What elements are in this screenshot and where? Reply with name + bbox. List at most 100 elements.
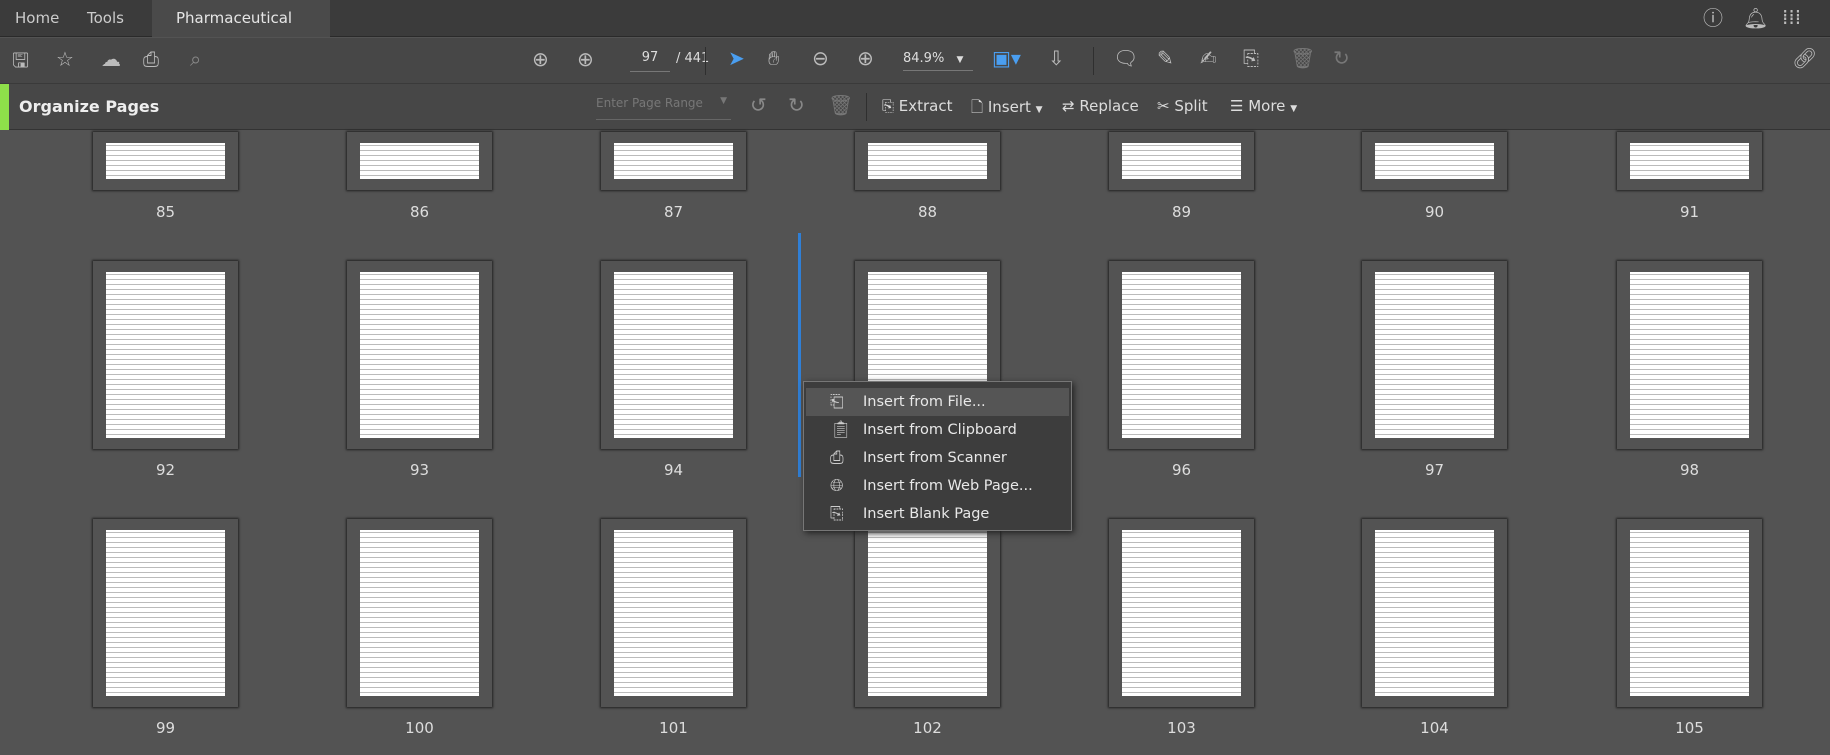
insert-button[interactable]: 🗋︎ Insert ▼: [971, 97, 1043, 122]
divider: [705, 47, 706, 75]
page-thumbnail[interactable]: [346, 260, 493, 450]
scroll-mode-icon[interactable]: ⇩: [1048, 48, 1065, 68]
insertion-indicator: [798, 233, 801, 477]
edit-pages-icon[interactable]: ⎘: [1243, 48, 1259, 68]
save-icon[interactable]: 🖫: [12, 50, 29, 70]
menu-item-insert-from-web-page[interactable]: 🌐︎ Insert from Web Page...: [806, 472, 1069, 500]
page-range-input[interactable]: Enter Page Range ▼: [596, 96, 731, 120]
file-icon: ⎗: [830, 392, 844, 412]
hand-tool-icon[interactable]: ✋︎: [768, 48, 779, 68]
menu-label: Insert from Web Page...: [863, 478, 1033, 494]
page-range-placeholder: Enter Page Range: [596, 96, 703, 110]
zoom-select[interactable]: 84.9% ▼: [903, 51, 973, 71]
split-label: Split: [1174, 97, 1208, 115]
tab-home[interactable]: Home: [15, 0, 59, 37]
page-number-label: 86: [409, 203, 430, 221]
scissors-icon: ✂: [1157, 97, 1175, 115]
page-number-label: 104: [1420, 719, 1449, 737]
page-number-label: 94: [663, 461, 684, 479]
comment-icon[interactable]: 🗨︎: [1113, 48, 1138, 68]
rotate-right-icon[interactable]: ↻: [788, 95, 805, 115]
split-button[interactable]: ✂ Split: [1157, 97, 1208, 115]
zoom-out-icon[interactable]: ⊖: [812, 48, 829, 68]
page-number-label: 102: [913, 719, 942, 737]
highlight-icon[interactable]: ✎: [1157, 48, 1174, 68]
replace-label: Replace: [1079, 97, 1139, 115]
page-thumbnail[interactable]: [346, 518, 493, 708]
page-thumbnail[interactable]: [1361, 260, 1508, 450]
delete-page-icon[interactable]: 🗑︎: [828, 95, 853, 115]
extract-button[interactable]: ⎘ Extract: [882, 97, 953, 115]
help-icon[interactable]: ⓘ: [1703, 8, 1723, 28]
menu-item-insert-blank-page[interactable]: ⎘ Insert Blank Page: [806, 500, 1069, 528]
cloud-upload-icon[interactable]: ☁: [101, 49, 121, 69]
more-label: More: [1248, 97, 1286, 115]
more-button[interactable]: ☰ More ▼: [1230, 97, 1297, 115]
page-number-label: 99: [155, 719, 176, 737]
page-thumbnail[interactable]: [1616, 518, 1763, 708]
sign-icon[interactable]: ✍︎: [1200, 48, 1217, 68]
clipboard-icon: 📋︎: [830, 420, 852, 440]
replace-icon: ⇄: [1062, 97, 1080, 115]
accent-bar: [0, 84, 9, 130]
divider: [1093, 47, 1094, 75]
next-page-icon[interactable]: ⊕︎: [577, 49, 594, 69]
delete-icon[interactable]: 🗑︎: [1290, 48, 1315, 68]
chevron-down-icon: ▼: [720, 96, 727, 106]
rotate-icon[interactable]: ↻: [1333, 48, 1350, 68]
apps-grid-icon[interactable]: ⁞⁞⁞: [1782, 7, 1801, 27]
bell-icon[interactable]: 🔔︎: [1743, 8, 1768, 28]
page-thumbnail[interactable]: [600, 260, 747, 450]
page-number-label: 103: [1167, 719, 1196, 737]
page-thumbnail[interactable]: [1361, 518, 1508, 708]
page-thumbnail[interactable]: [1108, 260, 1255, 450]
tab-document[interactable]: Pharmaceutical Ana...×: [152, 0, 330, 64]
insert-label: Insert: [987, 98, 1031, 116]
extract-icon: ⎘: [882, 97, 899, 115]
page-thumbnail[interactable]: [92, 518, 239, 708]
main-toolbar: 🖫 ☆ ☁ ⎙ ⌕ ⊕︎ ⊕︎ 97 / 441 ➤ ✋︎ ⊖ ⊕ 84.9% …: [0, 38, 1830, 84]
menu-label: Insert Blank Page: [863, 506, 990, 522]
page-number-input[interactable]: 97: [630, 50, 670, 72]
menu-label: Insert from Clipboard: [863, 422, 1017, 438]
page-thumbnail[interactable]: [346, 131, 493, 191]
menu-item-insert-from-clipboard[interactable]: 📋︎ Insert from Clipboard: [806, 416, 1069, 444]
page-thumbnail[interactable]: [1616, 260, 1763, 450]
page-thumbnail[interactable]: [1108, 518, 1255, 708]
page-thumbnail[interactable]: [854, 131, 1001, 191]
page-thumbnail[interactable]: [600, 131, 747, 191]
page-number-label: 91: [1679, 203, 1700, 221]
menu-item-insert-from-scanner[interactable]: ⎙ Insert from Scanner: [806, 444, 1069, 472]
page-number-label: 101: [659, 719, 688, 737]
chevron-down-icon: ▼: [1290, 104, 1298, 114]
page-thumbnail[interactable]: [1361, 131, 1508, 191]
page-thumbnail[interactable]: [92, 260, 239, 450]
blank-page-icon: ⎘: [830, 504, 844, 524]
page-number-label: 88: [917, 203, 938, 221]
zoom-in-icon[interactable]: ⊕: [857, 48, 874, 68]
menu-item-insert-from-file[interactable]: ⎗ Insert from File...: [806, 388, 1069, 416]
page-thumbnail[interactable]: [600, 518, 747, 708]
page-thumbnail[interactable]: [854, 518, 1001, 708]
bookmark-star-icon[interactable]: ☆: [56, 49, 74, 69]
page-number-label: 105: [1675, 719, 1704, 737]
print-icon[interactable]: ⎙: [143, 49, 159, 69]
chevron-down-icon: ▼: [1035, 105, 1043, 115]
select-cursor-icon[interactable]: ➤: [728, 48, 745, 68]
zoom-value: 84.9%: [903, 51, 945, 66]
scanner-icon: ⎙: [830, 448, 844, 468]
previous-page-icon[interactable]: ⊕︎: [532, 49, 549, 69]
page-thumbnail[interactable]: [92, 131, 239, 191]
more-icon: ☰: [1230, 97, 1249, 115]
extract-label: Extract: [898, 97, 953, 115]
page-thumbnail[interactable]: [1616, 131, 1763, 191]
search-icon[interactable]: ⌕: [190, 49, 201, 69]
page-thumbnail[interactable]: [1108, 131, 1255, 191]
rotate-left-icon[interactable]: ↺: [750, 95, 767, 115]
page-number-label: 96: [1171, 461, 1192, 479]
replace-button[interactable]: ⇄ Replace: [1062, 97, 1139, 115]
share-link-icon[interactable]: 🔗︎: [1792, 48, 1817, 68]
tab-tools[interactable]: Tools: [87, 0, 124, 37]
page-display-icon[interactable]: ▣▾: [992, 48, 1021, 68]
insert-menu: ⎗ Insert from File... 📋︎ Insert from Clipb…: [803, 381, 1072, 531]
